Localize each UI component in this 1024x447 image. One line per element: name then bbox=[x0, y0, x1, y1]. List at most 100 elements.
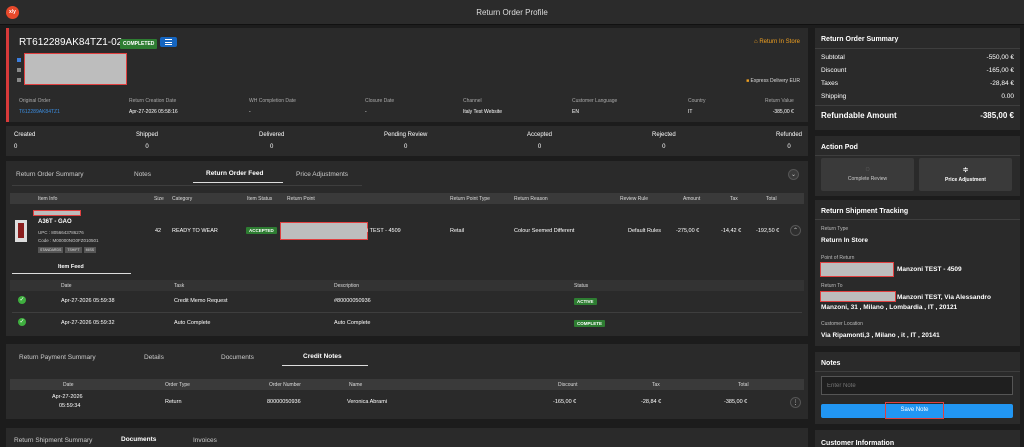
item-chips: STANDARDS TSHIFT MISS bbox=[38, 247, 98, 253]
tab-price-adjustments[interactable]: Price Adjustments bbox=[296, 171, 348, 178]
save-note-label: Save Note bbox=[885, 402, 944, 419]
col-label: Return Creation Date bbox=[129, 98, 177, 104]
redacted-customer-info bbox=[24, 53, 127, 85]
item-tax: -14,42 € bbox=[721, 228, 742, 234]
note-input[interactable] bbox=[821, 376, 1013, 395]
divider bbox=[12, 312, 802, 313]
credit-order-number: 80000050936 bbox=[267, 399, 301, 405]
chip: TSHIFT bbox=[65, 247, 82, 253]
summary-value: 0.00 bbox=[1001, 93, 1014, 100]
feed-status-badge: ACTIVE bbox=[574, 298, 597, 305]
column-header: Date bbox=[61, 283, 72, 289]
feed-date: Apr-27-2026 05:59:32 bbox=[61, 320, 115, 326]
more-icon[interactable]: ⋮ bbox=[790, 397, 801, 408]
item-return-reason: Colour Seemed Different bbox=[514, 228, 575, 234]
shipment-panel: Return Shipment Summary Documents Invoic… bbox=[6, 428, 808, 447]
divider bbox=[815, 155, 1020, 156]
tab-documents[interactable]: Documents bbox=[221, 354, 254, 361]
stat-value: 0 bbox=[662, 144, 666, 150]
col-label: Original Order bbox=[19, 98, 51, 104]
complete-review-button[interactable]: ◌ Complete Review bbox=[821, 158, 914, 191]
info-icon bbox=[17, 58, 21, 62]
tab-credit-notes[interactable]: Credit Notes bbox=[303, 353, 342, 360]
redacted-brand bbox=[33, 210, 81, 216]
col-label: Return Value bbox=[765, 98, 794, 104]
feed-date: Apr-27-2026 05:59:38 bbox=[61, 298, 115, 304]
return-to-value: Manzoni, 31 , Milano , Lombardia , IT , … bbox=[821, 304, 958, 311]
collapse-button[interactable]: ⌄ bbox=[788, 169, 799, 180]
original-order-link[interactable]: T612289AK84TZ1 bbox=[19, 109, 60, 115]
tab-return-shipment-summary[interactable]: Return Shipment Summary bbox=[14, 437, 92, 444]
price-adjustment-button[interactable]: ≑ Price Adjustment bbox=[919, 158, 1012, 191]
menu-button[interactable] bbox=[160, 37, 177, 47]
stat-label: Pending Review bbox=[384, 132, 428, 138]
col-label: Country bbox=[688, 98, 706, 104]
return-to-label: Return To bbox=[821, 283, 843, 289]
tracking-title: Return Shipment Tracking bbox=[821, 208, 909, 215]
check-icon: ✓ bbox=[18, 318, 26, 326]
chip: MISS bbox=[83, 247, 97, 253]
items-table-header: Item Info Size Category Item Status Retu… bbox=[10, 193, 804, 204]
feed-description: #80000050936 bbox=[334, 298, 371, 304]
customer-info-title: Customer Information bbox=[821, 440, 895, 447]
tab-item-feed[interactable]: Item Feed bbox=[58, 264, 84, 270]
payment-panel: Return Payment Summary Details Documents… bbox=[6, 344, 808, 419]
title-bar: x/y Return Order Profile bbox=[0, 0, 1024, 25]
col-value: - bbox=[249, 109, 251, 115]
column-header: Description bbox=[334, 283, 360, 289]
summary-value: -550,00 € bbox=[986, 54, 1014, 61]
divider bbox=[815, 219, 1020, 220]
column-header: Date bbox=[63, 382, 74, 388]
summary-title: Return Order Summary bbox=[821, 36, 899, 43]
feed-description: Auto Complete bbox=[334, 320, 371, 326]
tab-invoices[interactable]: Invoices bbox=[193, 437, 217, 444]
summary-row: Shipping 0.00 bbox=[821, 93, 1014, 100]
redacted-address bbox=[820, 291, 896, 302]
stat-label: Accepted bbox=[527, 132, 553, 138]
tab-return-payment-summary[interactable]: Return Payment Summary bbox=[19, 354, 96, 361]
stat-label: Shipped bbox=[136, 132, 159, 138]
summary-value: -28,84 € bbox=[990, 80, 1014, 87]
tab-details[interactable]: Details bbox=[144, 354, 164, 361]
return-to-value: Manzoni TEST, Via Alessandro bbox=[897, 294, 991, 301]
column-header: Item Status bbox=[247, 196, 273, 202]
tab-return-order-summary[interactable]: Return Order Summary bbox=[16, 171, 84, 178]
return-order-panel: Return Order Summary Notes Return Order … bbox=[6, 161, 808, 336]
active-tab-underline bbox=[193, 182, 283, 183]
feed-table-header: Date Task Description Status bbox=[10, 280, 804, 291]
summary-label: Taxes bbox=[821, 80, 838, 87]
item-return-point-type: Retail bbox=[450, 228, 465, 234]
item-amount: -275,00 € bbox=[676, 228, 700, 234]
item-size: 42 bbox=[155, 228, 162, 234]
stat-label: Delivered bbox=[259, 132, 285, 138]
divider bbox=[815, 48, 1020, 49]
expand-row-button[interactable]: ⌃ bbox=[790, 225, 801, 236]
column-header: Total bbox=[766, 196, 777, 202]
column-header: Size bbox=[154, 196, 164, 202]
refundable-amount: Refundable Amount -385,00 € bbox=[821, 111, 1014, 120]
return-type-value: Return In Store bbox=[821, 237, 868, 244]
col-label: WH Completion Date bbox=[249, 98, 296, 104]
summary-row: Subtotal -550,00 € bbox=[821, 54, 1014, 61]
col-value: EN bbox=[572, 109, 579, 115]
col-value: Italy Test Website bbox=[463, 109, 502, 115]
action-pod-title: Action Pod bbox=[821, 144, 858, 151]
item-code: Code : M00000NG0FZ010501 bbox=[38, 238, 99, 243]
item-return-point: i TEST - 4509 bbox=[367, 228, 401, 234]
info-icon bbox=[17, 68, 21, 72]
tab-documents[interactable]: Documents bbox=[121, 436, 156, 443]
save-note-button[interactable]: Save Note bbox=[821, 402, 1013, 419]
stat-label: Refunded bbox=[776, 132, 803, 138]
tab-notes[interactable]: Notes bbox=[134, 171, 151, 178]
customer-location-label: Customer Location bbox=[821, 321, 863, 327]
summary-label: Discount bbox=[821, 67, 847, 74]
feed-task: Auto Complete bbox=[174, 320, 211, 326]
complete-review-label: Complete Review bbox=[847, 176, 888, 182]
col-value: - bbox=[365, 109, 367, 115]
column-header: Amount bbox=[683, 196, 701, 202]
column-header: Category bbox=[172, 196, 193, 202]
credit-table-header: Date Order Type Order Number Name Discou… bbox=[10, 379, 804, 390]
column-header: Order Type bbox=[165, 382, 190, 388]
order-header-panel: RT612289AK84TZ1-02 COMPLETED ⌂ Return In… bbox=[6, 28, 808, 122]
tab-return-order-feed[interactable]: Return Order Feed bbox=[206, 170, 263, 177]
